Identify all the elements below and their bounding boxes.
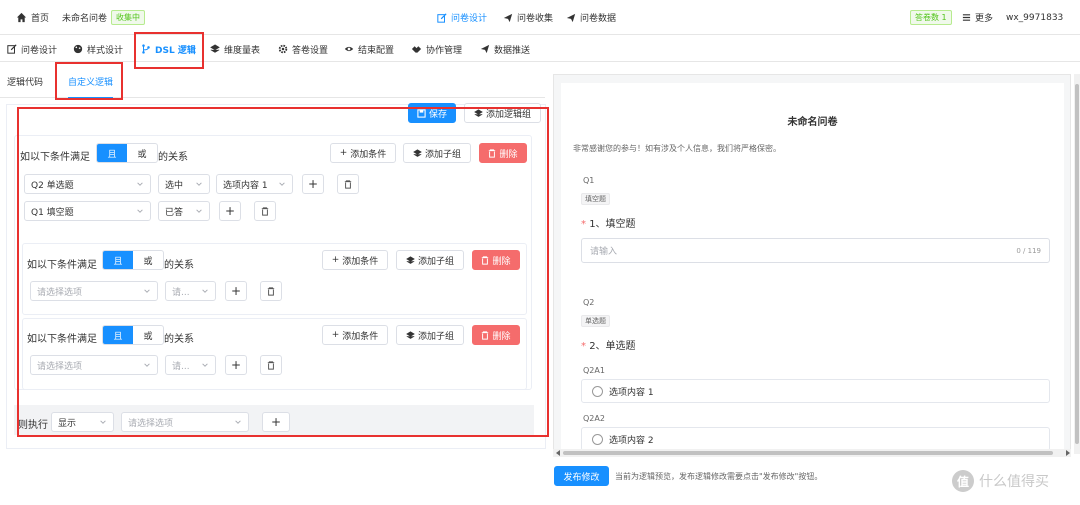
nav-collect[interactable]: 问卷收集 [503,0,553,35]
option-label: 选项内容 1 [609,387,654,398]
watermark: 值 什么值得买 [952,470,1049,492]
input-placeholder: 请输入 [590,247,618,257]
radio-circle[interactable] [592,385,603,397]
survey-title: 未命名问卷 [787,117,838,128]
send-icon [566,13,576,22]
radio-option[interactable]: 选项内容 1 [581,379,1050,403]
more-label: 更多 [975,14,994,24]
handshake-icon [411,46,422,53]
survey-preview-card: 未命名问卷 非常感谢您的参与！如有涉及个人信息，我们将严格保密。 Q1 填空题 … [561,83,1064,455]
tab-data-push[interactable]: 数据推送 [480,36,530,62]
menu-icon [962,14,971,21]
tab-style-design[interactable]: 样式设计 [73,36,123,62]
send-icon [503,13,513,22]
tab-label: 维度量表 [224,45,261,56]
question-code: Q1 [583,176,595,185]
watermark-text: 什么值得买 [979,474,1049,490]
option-label: 选项内容 2 [609,435,654,446]
scroll-thumb[interactable] [1075,84,1079,444]
scroll-left-arrow-icon[interactable] [556,450,560,456]
user-label: wx_9971833 [1006,12,1064,23]
question-type-tag: 填空题 [581,193,610,205]
tab-end-config[interactable]: 结束配置 [344,36,394,62]
tab-answer-settings[interactable]: 答卷设置 [278,36,328,62]
gear-icon [278,44,288,54]
layers-icon [210,44,220,53]
radio-option[interactable]: 选项内容 2 [581,427,1050,451]
question-type-tag: 单选题 [581,315,610,327]
eye-icon [344,46,354,52]
question-title-text: 1、填空题 [589,219,636,230]
char-counter: 0 / 119 [1016,246,1041,255]
publish-note: 当前为逻辑预览，发布逻辑修改需要点击"发布修改"按钮。 [615,472,823,481]
tab-label: 协作管理 [426,45,463,56]
nav-design-label: 问卷设计 [451,14,488,24]
answer-count-badge: 答卷数 1 [910,10,952,25]
tab-dimension-scale[interactable]: 维度量表 [210,36,260,62]
tab-label: 结束配置 [358,45,395,56]
answer-count[interactable]: 答卷数 1 [910,0,952,35]
tab-survey-design[interactable]: 问卷设计 [7,36,57,62]
annotation-box-custom-tab [55,62,123,100]
tab-label: 数据推送 [494,45,531,56]
watermark-logo-icon: 值 [952,470,974,492]
required-mark: * [581,219,590,230]
send-icon [480,44,490,54]
survey-name-label: 未命名问卷 [62,14,108,24]
publish-button[interactable]: 发布修改 [554,466,609,486]
required-mark: * [581,341,590,352]
question-code: Q2 [583,298,595,307]
user-name[interactable]: wx_9971833 [1006,0,1063,35]
preview-horizontal-scrollbar[interactable] [553,449,1071,457]
home-icon [16,12,27,23]
survey-description: 非常感谢您的参与！如有涉及个人信息，我们将严格保密。 [573,144,781,153]
home-label: 首页 [31,14,50,24]
nav-data[interactable]: 问卷数据 [566,0,616,35]
tab-label: 问卷设计 [21,45,58,56]
nav-data-label: 问卷数据 [580,14,617,24]
publish-label: 发布修改 [563,472,600,483]
tab-label: 答卷设置 [292,45,329,56]
preview-vertical-scrollbar[interactable] [1074,74,1080,454]
question-title: * 2、单选题 [581,337,636,352]
scroll-right-arrow-icon[interactable] [1066,450,1070,456]
home-link[interactable]: 首页 [16,0,49,35]
edit-icon [7,44,17,54]
nav-design[interactable]: 问卷设计 [437,0,487,35]
top-bar: 首页 未命名问卷 收集中 问卷设计 问卷收集 问卷数据 答卷数 1 更多 wx_… [0,0,1080,35]
question-title: * 1、填空题 [581,215,636,230]
survey-name: 未命名问卷 收集中 [62,0,146,35]
subtab-logic-code[interactable]: 逻辑代码 [7,64,43,98]
question-title-text: 2、单选题 [589,341,636,352]
radio-circle[interactable] [592,433,603,445]
edit-icon [437,12,447,23]
scroll-thumb[interactable] [563,451,1053,455]
option-code: Q2A1 [583,366,605,375]
tab-label: 样式设计 [87,45,124,56]
more-menu[interactable]: 更多 [962,0,993,35]
annotation-box-logic-editor [17,107,549,437]
option-code: Q2A2 [583,414,605,423]
text-answer-input[interactable]: 请输入 0 / 119 [581,238,1050,263]
status-badge: 收集中 [111,10,146,25]
tab-collaboration[interactable]: 协作管理 [411,36,462,62]
palette-icon [73,44,83,54]
nav-collect-label: 问卷收集 [517,14,554,24]
survey-preview-panel: 未命名问卷 非常感谢您的参与！如有涉及个人信息，我们将严格保密。 Q1 填空题 … [553,74,1071,455]
